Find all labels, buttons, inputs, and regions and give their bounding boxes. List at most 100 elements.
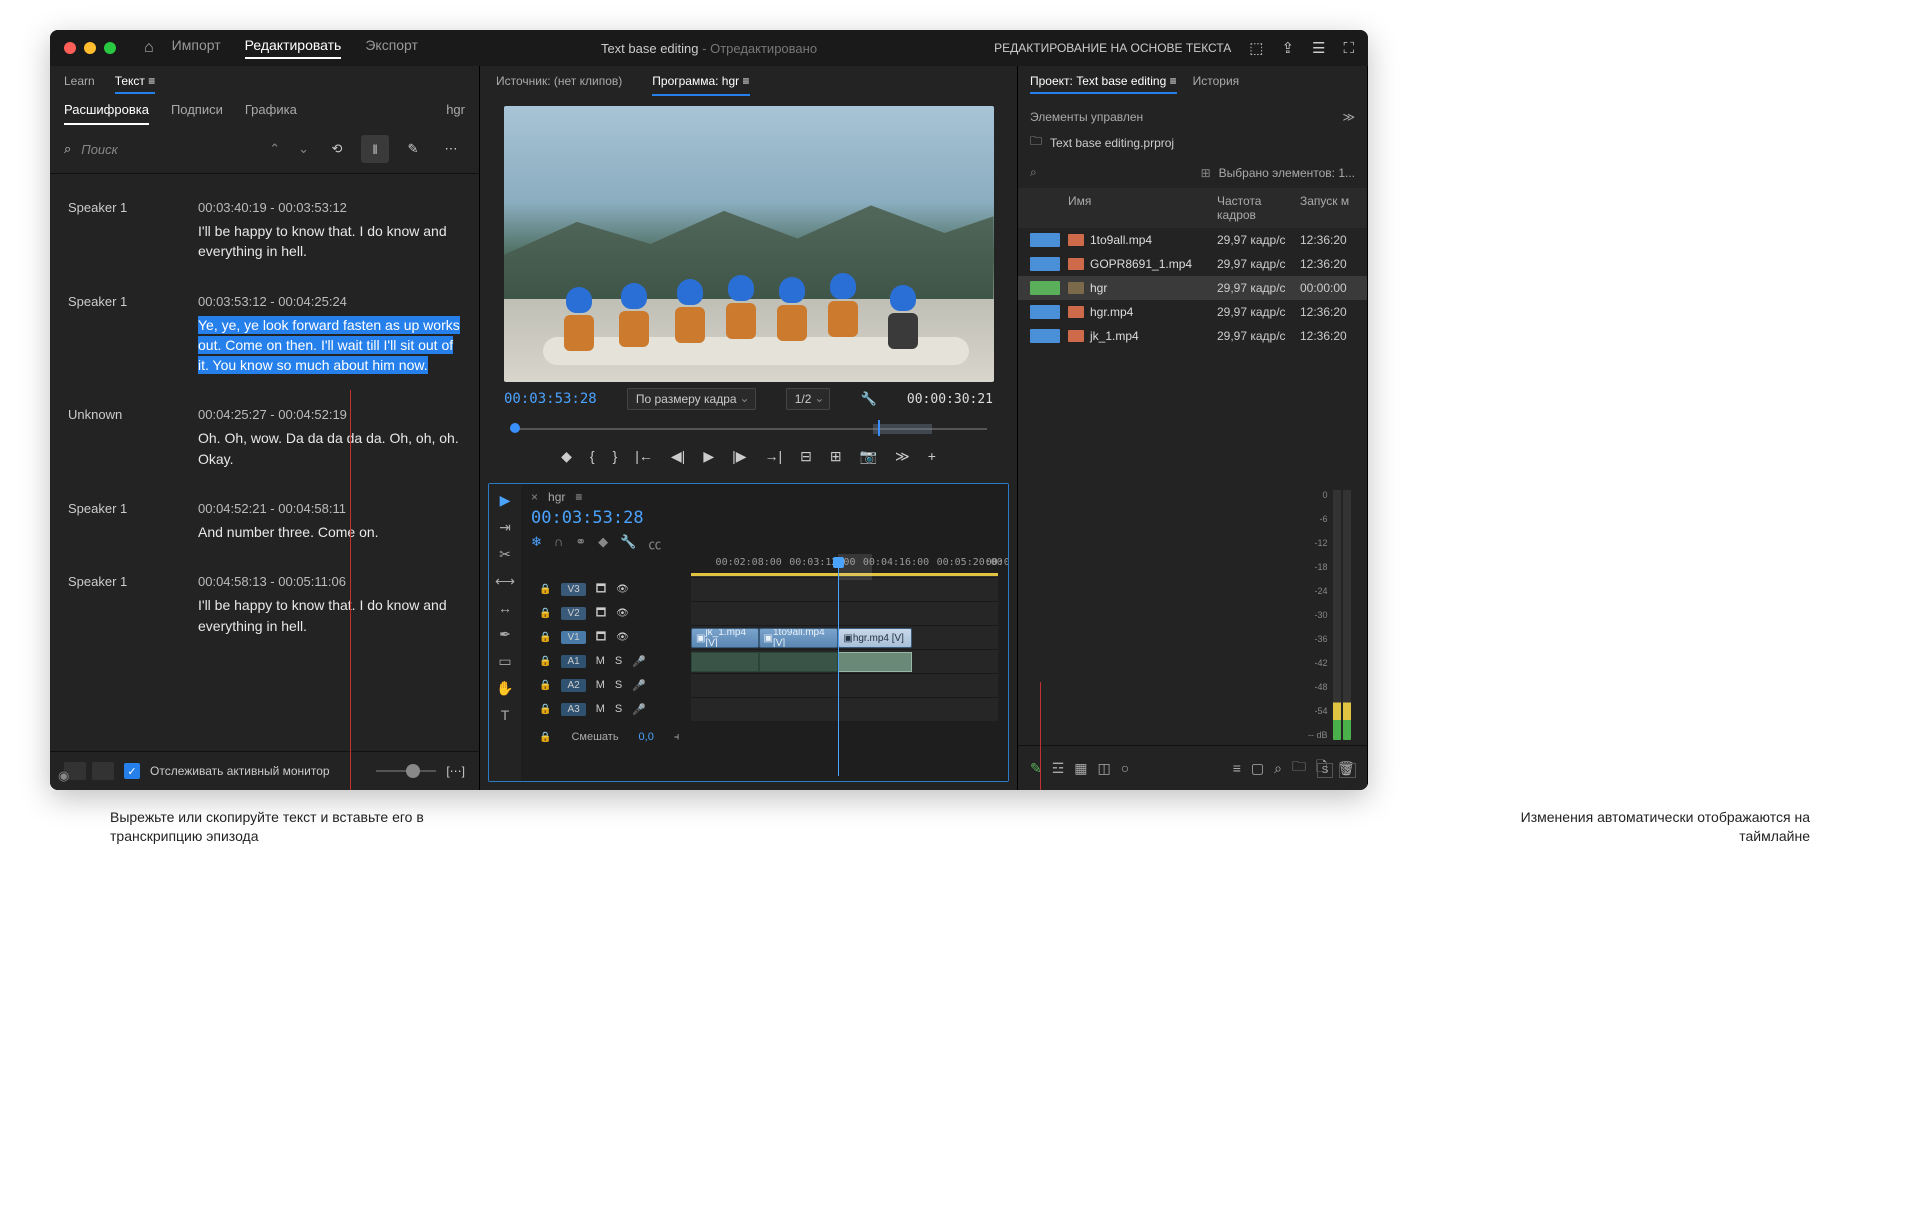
tab-export[interactable]: Экспорт [365,37,418,59]
seq-menu-icon[interactable]: ≡ [575,490,582,504]
track-select-icon[interactable]: ⇥ [499,519,511,536]
segment-text[interactable]: Oh. Oh, wow. Da da da da da. Oh, oh, oh.… [198,428,461,469]
eye-icon[interactable] [616,583,629,595]
slip-tool-icon[interactable]: ↔ [498,600,512,616]
lock-icon[interactable] [539,731,551,744]
bin-icon[interactable]: 🗀 [1030,132,1042,153]
link-icon[interactable]: ⚭ [575,534,586,553]
workspace-menu-icon[interactable]: ☰ [1312,39,1325,57]
tab-history[interactable]: История [1193,74,1240,94]
tab-import[interactable]: Импорт [172,37,221,59]
segment-text[interactable]: I'll be happy to know that. I do know an… [198,221,461,262]
add-marker-icon[interactable]: ◆ [561,448,572,465]
clip-video-selected[interactable]: ▣ hgr.mp4 [V] [838,628,912,648]
eye-icon[interactable] [616,631,629,643]
track-label-a1[interactable]: A1 [561,655,585,668]
item-name[interactable]: jk_1.mp4 [1090,329,1139,343]
mark-in-icon[interactable]: { [590,448,595,465]
col-name[interactable]: Имя [1068,194,1209,222]
maximize-window[interactable] [104,42,116,54]
magnet-icon[interactable]: ∩ [554,534,563,553]
segment-text[interactable]: I'll be happy to know that. I do know an… [198,595,461,636]
program-scrubber[interactable] [500,420,997,436]
workspace-label[interactable]: РЕДАКТИРОВАНИЕ НА ОСНОВЕ ТЕКСТА [994,41,1231,55]
wrench-icon[interactable]: 🔧 [620,534,636,553]
fit-dropdown[interactable]: По размеру кадра [627,388,756,410]
razor-tool-icon[interactable]: ⟷ [495,573,515,590]
col-fps[interactable]: Частота кадров [1217,194,1292,222]
tab-project[interactable]: Проект: Text base editing ≡ [1030,74,1177,94]
segment-text[interactable]: And number three. Come on. [198,522,461,542]
track-a3[interactable] [691,697,998,721]
track-label-a2[interactable]: A2 [561,679,585,692]
search-input[interactable]: Поиск [81,142,118,157]
lift-icon[interactable]: ⊟ [800,448,812,465]
filter-icon[interactable]: ⊞ [1201,166,1211,180]
more-transport[interactable]: ≫ [895,448,910,465]
quick-export-icon[interactable]: ⬚ [1249,39,1263,57]
marker-tl-icon[interactable]: ◆ [598,534,608,553]
timeline-timecode[interactable]: 00:03:53:28 [531,508,998,528]
solo-button[interactable]: S [615,655,622,667]
zoom-slider-icon[interactable]: ○ [1121,760,1129,776]
mute-button[interactable]: M [596,655,605,667]
track-v3[interactable] [691,577,998,601]
sequence-name[interactable]: hgr [548,490,565,504]
tab-edit[interactable]: Редактировать [245,37,342,59]
mix-value[interactable]: 0,0 [639,731,654,744]
follow-checkbox[interactable]: ✓ [124,763,140,779]
tab-learn[interactable]: Learn [64,74,95,94]
tab-text[interactable]: Текст ≡ [115,74,156,94]
clip-audio-selected[interactable] [838,652,912,672]
icon-view-icon[interactable]: ▦ [1074,760,1087,777]
list-view-icon[interactable]: ☲ [1052,760,1065,777]
mic-icon[interactable]: 🎤 [632,703,646,716]
auto-icon[interactable]: ▢ [1251,760,1264,777]
resolution-dropdown[interactable]: 1/2 [786,388,831,410]
lock-icon[interactable] [539,631,551,643]
subtab-graphics[interactable]: Графика [245,102,297,125]
track-label-v3[interactable]: V3 [561,583,585,596]
solo-button[interactable]: S [615,679,622,691]
fullscreen-icon[interactable]: ⛶ [1343,40,1354,57]
share-icon[interactable]: ⇪ [1281,39,1294,57]
selection-tool-icon[interactable]: ▶ [500,492,511,509]
home-icon[interactable]: ⌂ [144,39,154,57]
track-label-v1[interactable]: V1 [561,631,585,644]
track-a1[interactable] [691,649,998,673]
cc-icon[interactable]: ㏄ [648,534,661,553]
play-icon[interactable]: ▶ [703,448,714,465]
subtab-transcript[interactable]: Расшифровка [64,102,149,125]
edit-icon[interactable]: ✎ [399,135,427,163]
search-icon[interactable]: ⌕ [64,141,71,157]
lock-icon[interactable] [539,703,551,715]
ripple-tool-icon[interactable]: ✂ [499,546,511,563]
lock-icon[interactable] [539,607,551,619]
export-frame-icon[interactable]: 📷 [860,448,877,465]
tab-controls[interactable]: Элементы управлен [1030,110,1143,124]
replace-icon[interactable]: ⟲ [323,135,351,163]
item-name[interactable]: hgr [1090,281,1107,295]
program-timecode[interactable]: 00:03:53:28 [504,391,597,407]
mark-out-icon[interactable]: } [613,448,618,465]
pen-tool-icon[interactable]: ✒ [499,626,511,643]
prev-match[interactable]: ⌃ [265,139,284,159]
hand-tool-icon[interactable]: ✋ [496,680,513,697]
new-bin-icon[interactable]: 🗀 [1292,756,1306,780]
playhead[interactable] [838,557,839,776]
time-ruler[interactable]: 00:02:08:00 00:03:12:00 00:04:16:00 00:0… [691,557,998,577]
more-icon[interactable]: ⋯ [437,135,465,163]
tab-source[interactable]: Источник: (нет клипов) [496,74,622,96]
cc-logo-icon[interactable]: ◉ [58,768,69,784]
snap-icon[interactable]: ❄ [531,534,542,553]
rect-tool-icon[interactable]: ▭ [498,653,511,670]
track-v1[interactable]: ▣ jk_1.mp4 [V] ▣ 1to9all.mp4 [V] ▣ hgr.m… [691,625,998,649]
next-match[interactable]: ⌄ [294,139,313,159]
zoom-slider[interactable] [376,770,436,772]
step-fwd-icon[interactable]: |▶ [732,448,746,465]
track-label-v2[interactable]: V2 [561,607,585,620]
go-out-icon[interactable]: →| [765,448,783,465]
clip-video[interactable]: ▣ 1to9all.mp4 [V] [759,628,839,648]
lock-icon[interactable] [539,583,551,595]
clip-audio[interactable] [691,652,759,672]
